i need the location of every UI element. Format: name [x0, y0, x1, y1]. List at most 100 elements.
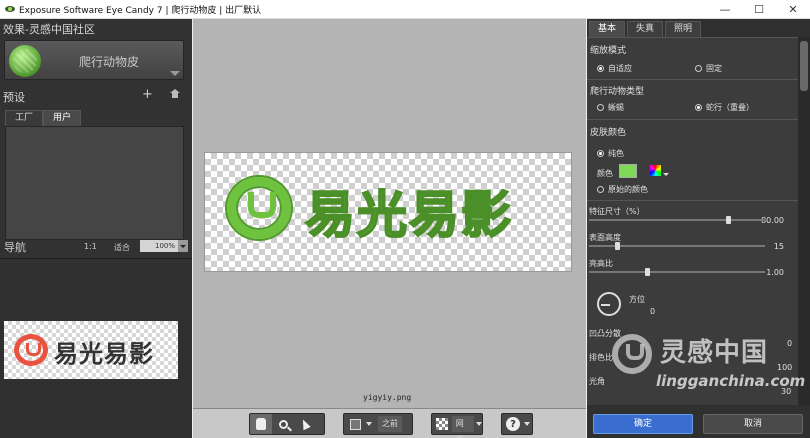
- effect-thumbnail: [9, 45, 41, 77]
- preview-canvas[interactable]: 易光易影 yigyiy.png: [193, 19, 586, 408]
- light-angle-value[interactable]: 30: [781, 387, 791, 396]
- zoom-1-1-button[interactable]: 1:1: [84, 242, 97, 251]
- original-colors-radio[interactable]: 原始的颜色: [597, 184, 648, 195]
- radio-dot: [695, 65, 702, 72]
- light-angle-label: 光角: [589, 377, 605, 386]
- scrollbar-thumb[interactable]: [800, 41, 808, 91]
- radio-dot: [597, 150, 604, 157]
- type-snake-label: 蛇行（重叠）: [706, 103, 754, 112]
- background-color-button[interactable]: [344, 414, 366, 434]
- tab-distortion[interactable]: 失真: [627, 21, 664, 37]
- divider: [587, 79, 798, 80]
- scatter-value[interactable]: 0: [787, 339, 792, 348]
- radio-dot: [597, 186, 604, 193]
- color-ratio-value[interactable]: 100: [777, 363, 792, 372]
- tab-lighting[interactable]: 照明: [665, 21, 702, 37]
- type-snake-radio[interactable]: 蛇行（重叠）: [695, 102, 754, 113]
- slider-label-size: 特征尺寸（%）: [589, 207, 645, 216]
- settings-panel: 基本 失真 照明 缩放模式 自适应 固定 爬行动物类型 蜥蜴 蛇行（重叠） 皮肤…: [587, 19, 810, 438]
- grid-dropdown-icon[interactable]: [476, 422, 482, 426]
- settings-scrollbar[interactable]: [798, 37, 810, 405]
- tool-group: [249, 413, 325, 435]
- slider-knob-height[interactable]: [615, 242, 620, 250]
- preset-list[interactable]: [5, 126, 184, 240]
- cancel-button[interactable]: 取消: [703, 414, 803, 434]
- hand-tool-button[interactable]: [250, 414, 272, 434]
- reptile-type-title: 爬行动物类型: [590, 87, 645, 97]
- effect-section-title: 效果-灵感中国社区: [3, 23, 95, 36]
- direction-label: 方位: [629, 295, 645, 304]
- grid-label[interactable]: 网格: [451, 416, 474, 438]
- grid-group: 网格: [431, 413, 483, 438]
- help-icon: ?: [506, 417, 520, 431]
- effect-dropdown-icon: [170, 71, 180, 76]
- preview-text: 易光易影: [304, 185, 513, 245]
- thumbnail-text: 易光易影: [54, 340, 154, 368]
- effect-name: 爬行动物皮: [78, 55, 139, 69]
- slider-knob-ratio[interactable]: [645, 268, 650, 276]
- tab-basic[interactable]: 基本: [589, 21, 626, 37]
- scale-mode-title: 缩放模式: [590, 46, 627, 56]
- radio-dot: [597, 65, 604, 72]
- magnifier-icon: [278, 419, 288, 429]
- bottom-toolbar: 之前 网格 ?: [193, 408, 586, 438]
- color-ratio-label: 排色比: [589, 353, 613, 362]
- close-button[interactable]: ✕: [776, 0, 810, 19]
- navigation-header: 导航 1:1 适合 100%: [0, 238, 192, 254]
- left-panel: 效果-灵感中国社区 爬行动物皮 预设 + 工厂 用户 导航 1:1 适合 100…: [0, 19, 192, 438]
- help-group: ?: [501, 413, 533, 435]
- tab-user[interactable]: 用户: [43, 110, 82, 126]
- grid-toggle-button[interactable]: [432, 414, 452, 434]
- slider-value-ratio[interactable]: 1.00: [766, 268, 784, 277]
- square-icon: [349, 418, 361, 430]
- ok-button[interactable]: 确定: [593, 414, 693, 434]
- effect-selector-button[interactable]: 爬行动物皮: [4, 40, 184, 80]
- direction-value[interactable]: 0: [650, 307, 655, 316]
- navigation-title: 导航: [4, 241, 26, 254]
- direction-dial[interactable]: [597, 292, 621, 316]
- select-tool-button[interactable]: [294, 414, 316, 434]
- zoom-dropdown-icon[interactable]: [178, 240, 188, 252]
- help-button[interactable]: ?: [502, 414, 524, 434]
- palette-dropdown-icon[interactable]: [663, 173, 669, 176]
- slider-track-size[interactable]: [589, 216, 765, 224]
- maximize-button[interactable]: ☐: [742, 0, 776, 19]
- palette-icon[interactable]: [650, 165, 661, 176]
- scale-auto-label: 自适应: [608, 64, 632, 73]
- slider-track-height[interactable]: [589, 242, 765, 250]
- scale-auto-radio[interactable]: 自适应: [597, 63, 632, 74]
- chevron-down-icon[interactable]: [366, 422, 372, 426]
- checkerboard-icon: [435, 418, 448, 430]
- thumbnail-logo: [14, 334, 48, 366]
- zoom-level-field[interactable]: 100%: [140, 240, 178, 252]
- scale-fixed-radio[interactable]: 固定: [695, 63, 722, 74]
- before-button[interactable]: 之前: [378, 416, 402, 432]
- slider-knob-size[interactable]: [726, 216, 731, 224]
- zoom-fit-button[interactable]: 适合: [114, 242, 130, 253]
- slider-value-height[interactable]: 15: [774, 242, 784, 251]
- help-dropdown-icon[interactable]: [524, 422, 530, 426]
- tab-factory[interactable]: 工厂: [5, 110, 44, 126]
- zoom-tool-button[interactable]: [272, 414, 294, 434]
- navigator-thumbnail[interactable]: 易光易影: [4, 321, 178, 379]
- window-controls: — ☐ ✕: [708, 0, 810, 19]
- pointer-icon: [299, 417, 311, 431]
- slider-track-ratio[interactable]: [589, 268, 765, 276]
- preview-logo: [227, 177, 291, 239]
- app-eye-icon: [5, 5, 15, 13]
- color-swatch[interactable]: [619, 164, 637, 178]
- preview-image[interactable]: 易光易影: [204, 152, 572, 272]
- minimize-button[interactable]: —: [708, 0, 742, 19]
- color-label: 颜色: [597, 169, 613, 178]
- scatter-label: 凹凸分散: [589, 329, 621, 338]
- type-lizard-radio[interactable]: 蜥蜴: [597, 102, 624, 113]
- solid-color-radio[interactable]: 纯色: [597, 148, 624, 159]
- slider-label-ratio: 亮高比: [589, 259, 613, 268]
- window-title: Exposure Software Eye Candy 7 | 爬行动物皮 | …: [19, 5, 262, 16]
- home-icon[interactable]: [170, 89, 180, 98]
- navigator-panel: 易光易影: [0, 258, 192, 438]
- hand-icon: [256, 418, 266, 430]
- preset-tabs: 工厂 用户: [5, 110, 82, 126]
- add-preset-button[interactable]: +: [142, 87, 153, 102]
- divider: [587, 200, 798, 201]
